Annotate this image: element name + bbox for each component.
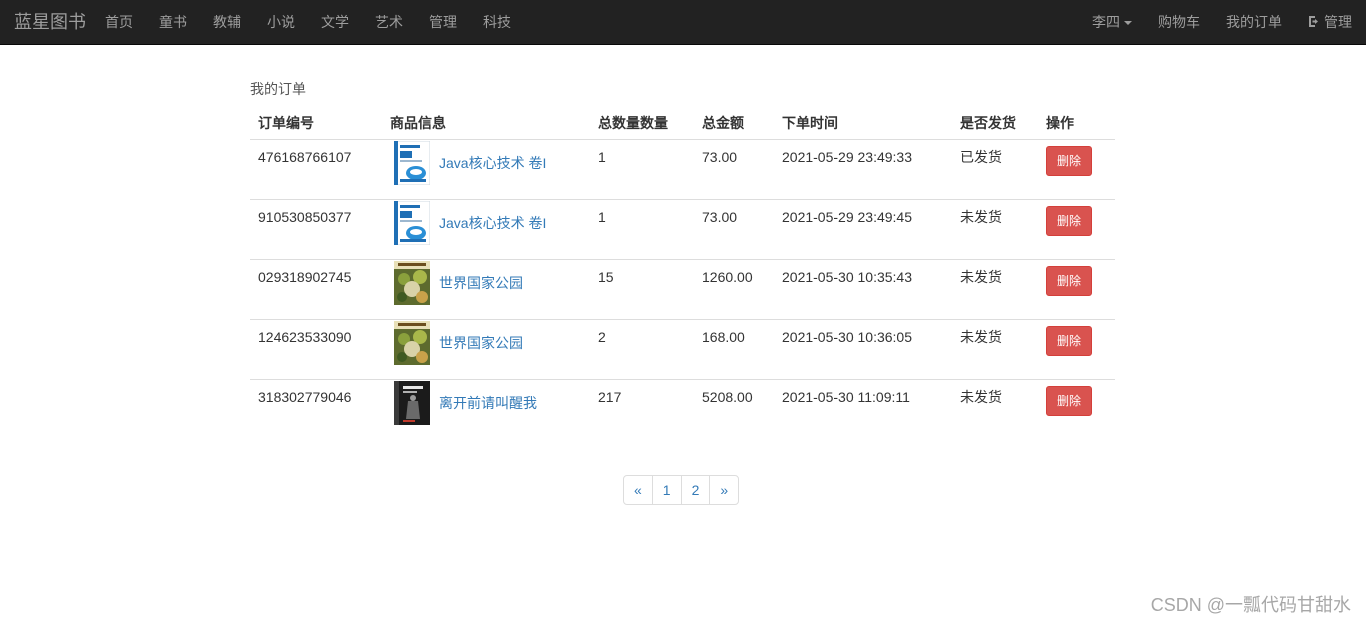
header-product: 商品信息 [382, 108, 590, 140]
logout-icon [1309, 16, 1318, 27]
order-no: 318302779046 [250, 378, 382, 439]
amount: 5208.00 [694, 378, 774, 439]
product-cell: 世界国家公园 [382, 318, 590, 379]
top-navbar: 蓝星图书 首页 童书 教辅 小说 文学 艺术 管理 科技 李四 购物车 我的订单… [0, 0, 1366, 45]
order-time: 2021-05-29 23:49:45 [774, 198, 952, 259]
order-no: 476168766107 [258, 148, 352, 165]
user-nav: 李四 购物车 我的订单 管理 [1079, 0, 1366, 45]
action-cell: 删除 [1038, 378, 1115, 439]
product-link[interactable]: 世界国家公园 [439, 274, 523, 292]
table-row: 029318902745 世界国家公园 15 1260.00 2021-05-3… [250, 258, 1115, 319]
action-cell: 删除 [1038, 258, 1115, 319]
action-cell: 删除 [1038, 139, 1115, 199]
pagination-prev[interactable]: « [623, 475, 653, 505]
header-order-no: 订单编号 [250, 108, 382, 140]
quantity: 2 [590, 318, 694, 379]
delete-button[interactable]: 删除 [1046, 385, 1093, 416]
delete-button[interactable]: 删除 [1046, 325, 1093, 356]
nav-home[interactable]: 首页 [92, 0, 146, 45]
pagination: « 1 2 » [623, 475, 740, 505]
main-content: 我的订单 订单编号 商品信息 总数量数量 总金额 下单时间 是否发货 操作 47… [250, 80, 1115, 439]
user-dropdown[interactable]: 李四 [1079, 0, 1145, 45]
product-link[interactable]: Java核心技术 卷I [439, 154, 546, 172]
product-cell: 世界国家公园 [382, 258, 590, 319]
shipped-status: 已发货 [960, 148, 1002, 165]
order-no: 910530850377 [250, 198, 382, 259]
watermark: CSDN @一瓢代码甘甜水 [1150, 595, 1351, 615]
header-amount: 总金额 [694, 108, 774, 140]
shipped-status: 未发货 [952, 378, 1038, 439]
nav-textbooks[interactable]: 教辅 [200, 0, 254, 45]
action-cell: 删除 [1038, 198, 1115, 259]
nav-technology[interactable]: 科技 [470, 0, 524, 45]
quantity: 1 [590, 198, 694, 259]
shipped-status: 未发货 [952, 318, 1038, 379]
nav-cart[interactable]: 购物车 [1145, 0, 1213, 45]
caret-down-icon [1124, 21, 1132, 26]
table-row: 910530850377 Java核心技术 卷I 1 73.00 2021-05… [250, 198, 1115, 259]
product-link[interactable]: 世界国家公园 [439, 334, 523, 352]
brand-logo[interactable]: 蓝星图书 [14, 12, 86, 32]
delete-button[interactable]: 删除 [1046, 145, 1093, 176]
pagination-next[interactable]: » [709, 475, 740, 505]
order-no: 029318902745 [250, 258, 382, 319]
table-row: 124623533090 世界国家公园 2 168.00 2021-05-30 … [250, 318, 1115, 379]
pagination-page-1[interactable]: 1 [651, 475, 682, 505]
book-cover-park[interactable] [394, 260, 430, 305]
order-time: 2021-05-29 23:49:33 [782, 148, 912, 165]
product-cell: 离开前请叫醒我 [382, 378, 590, 439]
order-time: 2021-05-30 10:35:43 [774, 258, 952, 319]
table-row: 476168766107 Java核心技术 卷I 1 73.00 2021-05… [250, 139, 1115, 199]
table-row: 318302779046 离开前请叫醒我 217 5208.00 2021-05… [250, 378, 1115, 439]
page-title: 我的订单 [250, 81, 306, 97]
amount: 73.00 [694, 198, 774, 259]
order-time: 2021-05-30 11:09:11 [774, 378, 952, 439]
nav-children-books[interactable]: 童书 [146, 0, 200, 45]
quantity: 1 [598, 148, 606, 165]
nav-art[interactable]: 艺术 [362, 0, 416, 45]
order-no: 124623533090 [250, 318, 382, 379]
delete-button[interactable]: 删除 [1046, 265, 1093, 296]
book-cover-dark[interactable] [394, 380, 430, 425]
amount: 168.00 [694, 318, 774, 379]
product-link[interactable]: Java核心技术 卷I [439, 214, 546, 232]
nav-manage[interactable]: 管理 [416, 0, 470, 45]
product-link[interactable]: 离开前请叫醒我 [439, 394, 537, 412]
user-name: 李四 [1092, 14, 1120, 30]
product-cell: Java核心技术 卷I [382, 198, 590, 259]
delete-button[interactable]: 删除 [1046, 205, 1093, 236]
quantity: 217 [590, 378, 694, 439]
admin-label: 管理 [1324, 14, 1352, 30]
header-quantity: 总数量数量 [590, 108, 694, 140]
table-header-row: 订单编号 商品信息 总数量数量 总金额 下单时间 是否发货 操作 [250, 108, 1115, 140]
pagination-page-2[interactable]: 2 [680, 475, 711, 505]
amount: 1260.00 [694, 258, 774, 319]
book-cover-java[interactable] [394, 200, 430, 245]
category-nav: 首页 童书 教辅 小说 文学 艺术 管理 科技 [92, 0, 524, 45]
nav-admin[interactable]: 管理 [1295, 0, 1366, 45]
nav-literature[interactable]: 文学 [308, 0, 362, 45]
product-cell: Java核心技术 卷I [382, 139, 590, 199]
orders-table: 订单编号 商品信息 总数量数量 总金额 下单时间 是否发货 操作 4761687… [250, 108, 1115, 439]
header-shipped: 是否发货 [952, 108, 1038, 140]
book-cover-park[interactable] [394, 320, 430, 365]
shipped-status: 未发货 [952, 198, 1038, 259]
nav-novels[interactable]: 小说 [254, 0, 308, 45]
order-time: 2021-05-30 10:36:05 [774, 318, 952, 379]
action-cell: 删除 [1038, 318, 1115, 379]
header-order-time: 下单时间 [774, 108, 952, 140]
nav-my-orders[interactable]: 我的订单 [1213, 0, 1295, 45]
shipped-status: 未发货 [952, 258, 1038, 319]
quantity: 15 [590, 258, 694, 319]
header-action: 操作 [1038, 108, 1115, 140]
book-cover-java[interactable] [394, 140, 430, 185]
amount: 73.00 [702, 148, 738, 165]
